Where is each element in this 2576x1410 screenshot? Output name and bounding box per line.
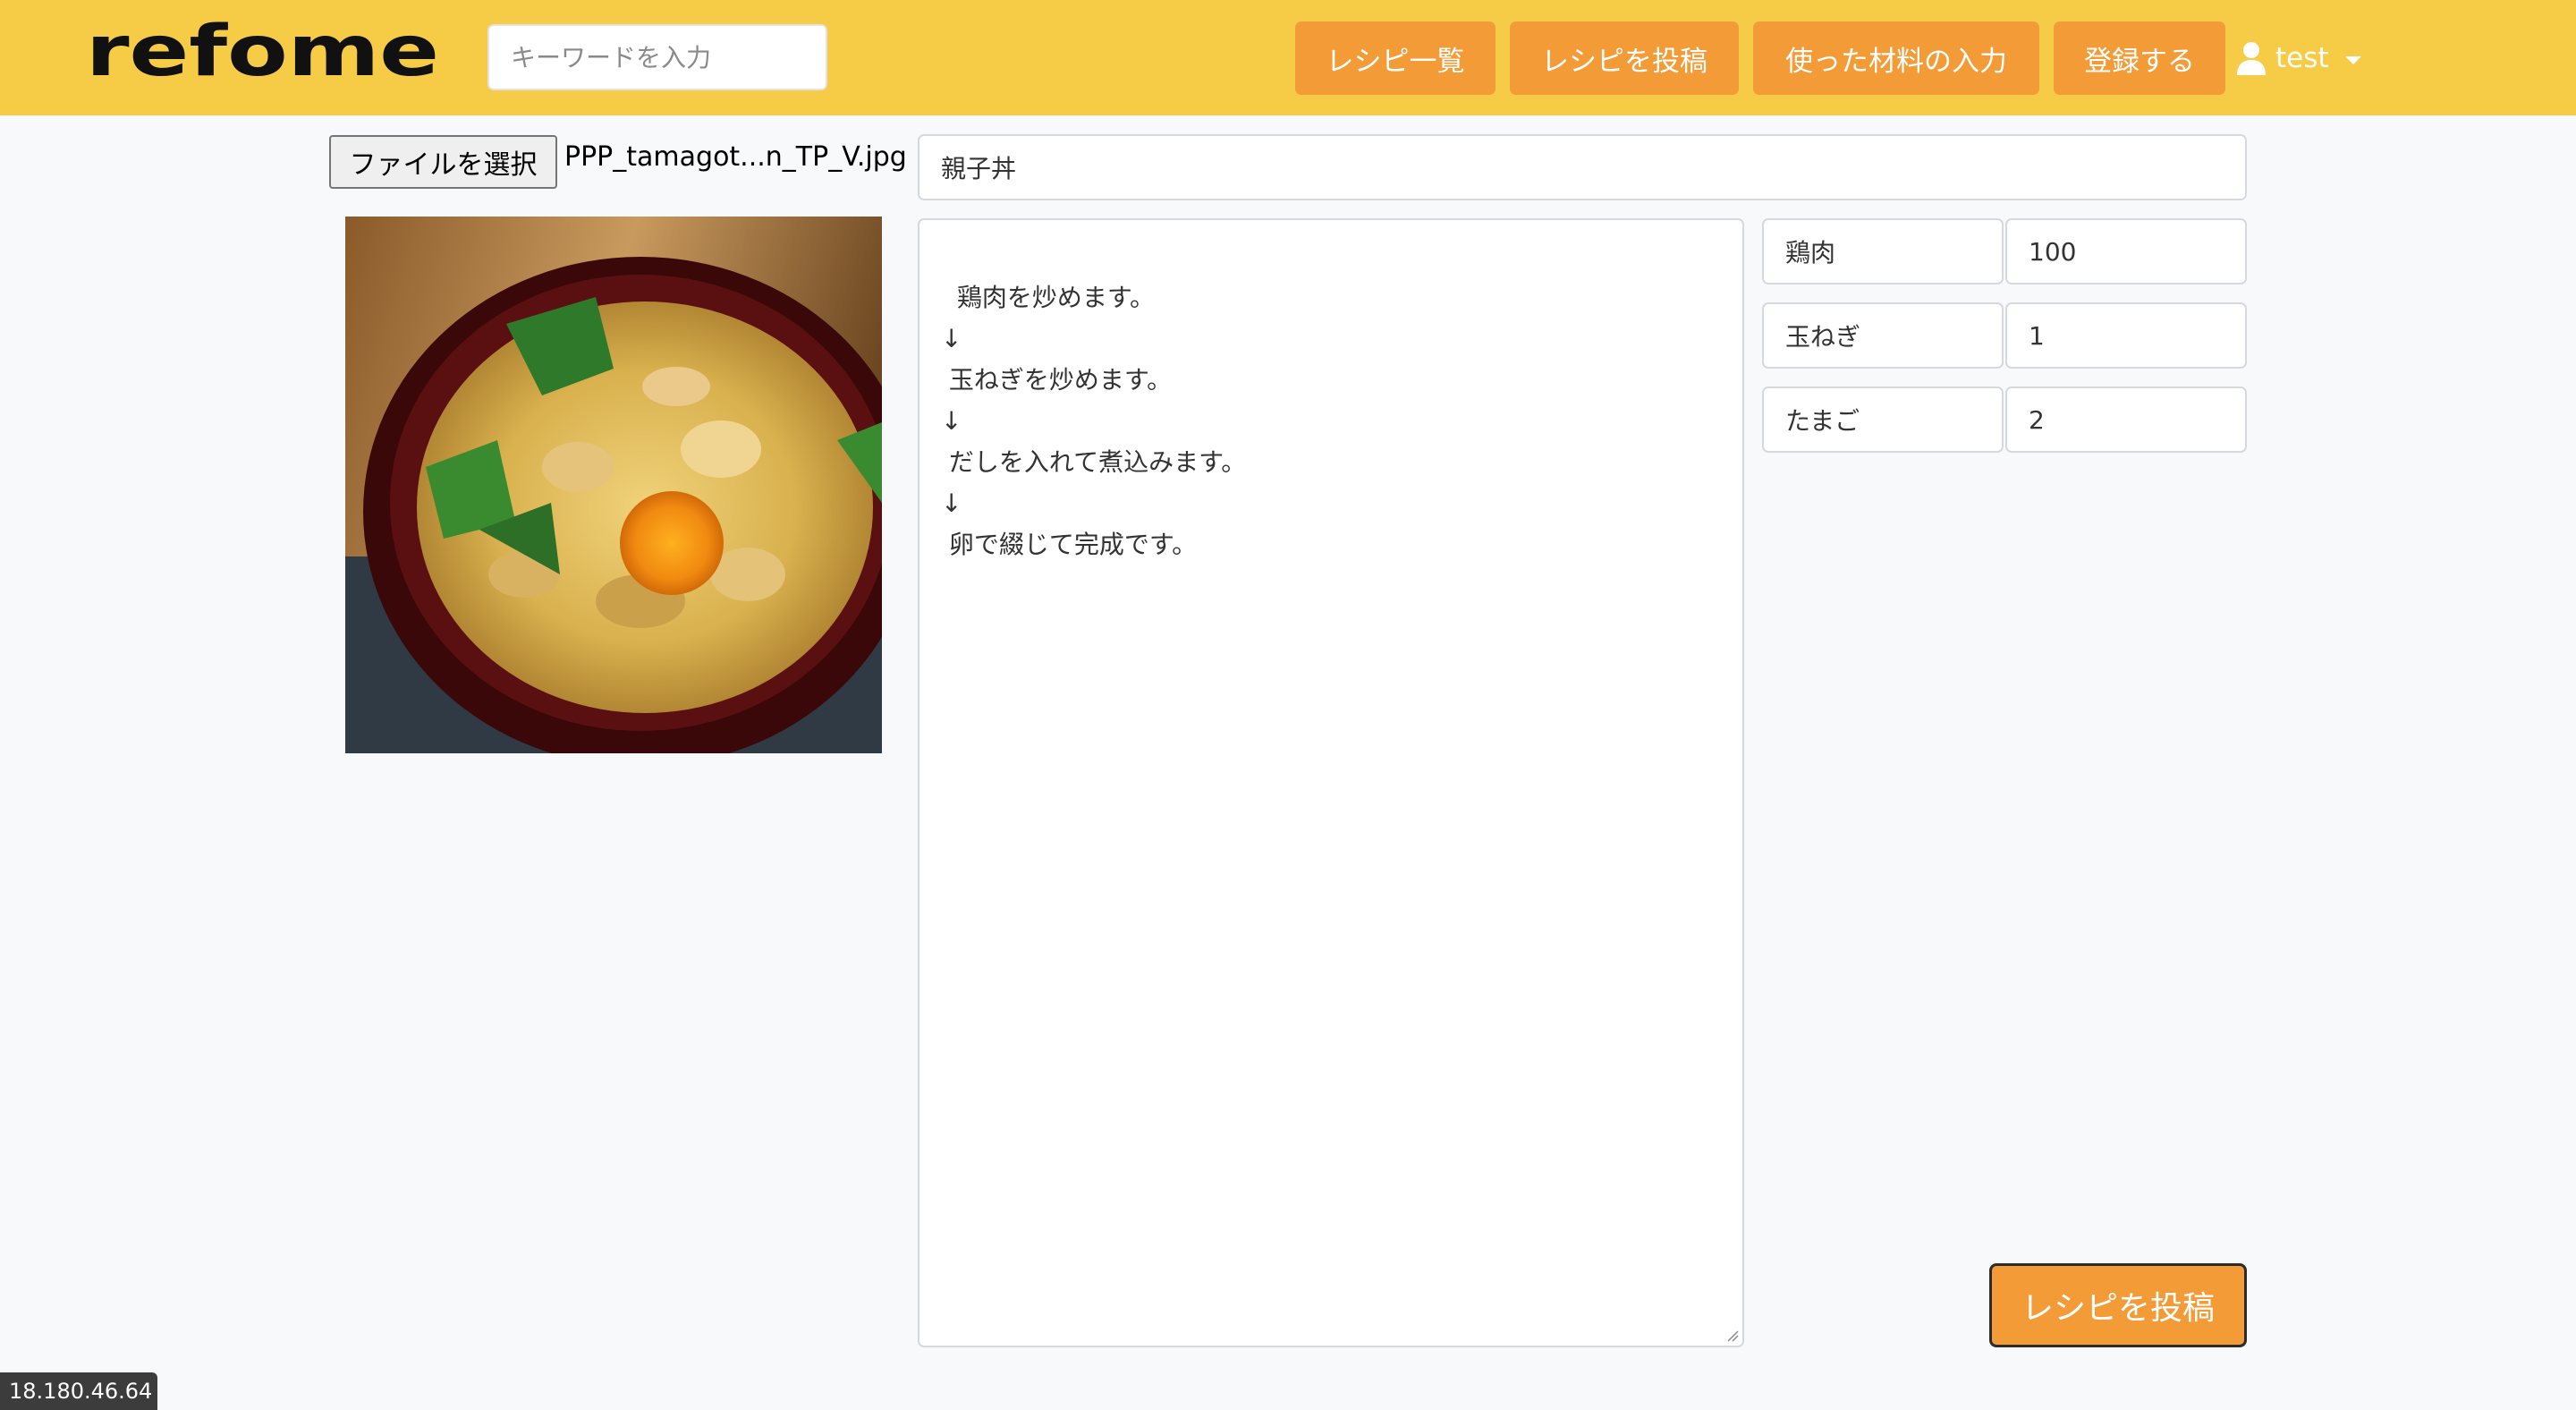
- user-icon: [2237, 42, 2266, 75]
- ingredient-name-value: たまご: [1785, 406, 1860, 436]
- ingredient-name-value: 鶏肉: [1785, 238, 1836, 268]
- recipe-title-value: 親子丼: [941, 154, 1017, 183]
- selected-file-name: PPP_tamagot...n_TP_V.jpg: [564, 141, 907, 173]
- register-button[interactable]: 登録する: [2054, 21, 2225, 95]
- ingredient-qty-input[interactable]: 2: [2005, 386, 2247, 453]
- resize-handle-icon[interactable]: [1724, 1328, 1739, 1342]
- user-menu-dropdown[interactable]: test: [2236, 27, 2361, 89]
- ingredient-name-input[interactable]: たまご: [1762, 386, 2004, 453]
- recipe-photo: [345, 217, 882, 753]
- ingredient-qty-value: 2: [2029, 404, 2045, 435]
- recipe-list-button[interactable]: レシピ一覧: [1295, 21, 1496, 95]
- ingredient-name-value: 玉ねぎ: [1785, 322, 1861, 352]
- ingredient-qty-input[interactable]: 1: [2005, 302, 2247, 369]
- user-name: test: [2275, 42, 2329, 74]
- chevron-down-icon: [2344, 55, 2361, 64]
- navbar: refome レシピ一覧 レシピを投稿 使った材料の入力 登録する test: [0, 0, 2576, 115]
- ingredient-qty-input[interactable]: 100: [2005, 218, 2247, 285]
- search-input[interactable]: [487, 24, 827, 90]
- ingredient-name-input[interactable]: 玉ねぎ: [1762, 302, 2004, 369]
- recipe-steps-value: 鶏肉を炒めます。 ↓ 玉ねぎを炒めます。 ↓ だしを入れて煮込みます。 ↓ 卵で…: [941, 283, 1247, 559]
- post-recipe-nav-button[interactable]: レシピを投稿: [1510, 21, 1739, 95]
- ingredients-input-button[interactable]: 使った材料の入力: [1753, 21, 2039, 95]
- recipe-steps-textarea[interactable]: 鶏肉を炒めます。 ↓ 玉ねぎを炒めます。 ↓ だしを入れて煮込みます。 ↓ 卵で…: [918, 218, 1744, 1347]
- ingredient-name-input[interactable]: 鶏肉: [1762, 218, 2004, 285]
- ingredient-qty-value: 100: [2029, 236, 2077, 267]
- ip-address-badge: 18.180.46.64: [0, 1372, 157, 1410]
- svg-text:refome: refome: [86, 20, 439, 91]
- recipe-title-input[interactable]: 親子丼: [918, 134, 2247, 200]
- ingredient-qty-value: 1: [2029, 320, 2045, 351]
- choose-file-button[interactable]: ファイルを選択: [329, 135, 557, 189]
- submit-recipe-button[interactable]: レシピを投稿: [1989, 1263, 2247, 1347]
- refome-logo[interactable]: refome: [86, 20, 444, 91]
